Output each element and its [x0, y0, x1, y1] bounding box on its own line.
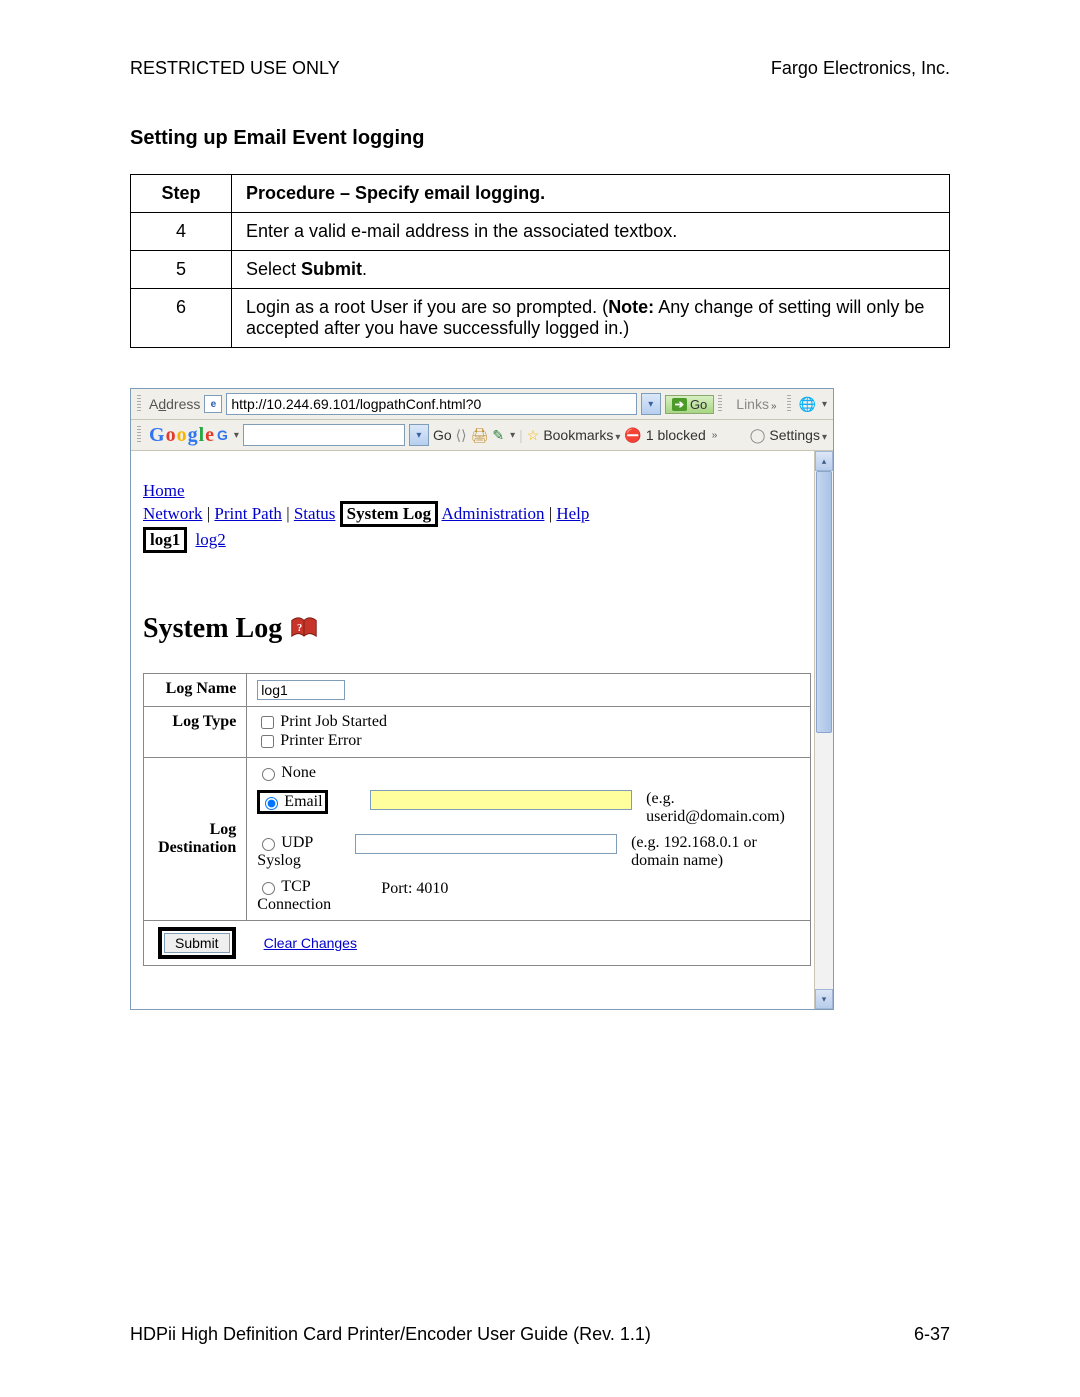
nav-status[interactable]: Status: [294, 504, 336, 523]
nav-icons[interactable]: ⟨⟩: [456, 427, 467, 444]
tcp-port-label: Port: 4010: [381, 880, 448, 897]
address-bar: Address e ▾ ➔ Go Links» 🌐 ▾: [131, 389, 833, 420]
google-go-button[interactable]: Go: [433, 427, 452, 443]
nav-network[interactable]: Network: [143, 504, 202, 523]
hint-udp: (e.g. 192.168.0.1 or domain name): [631, 834, 800, 870]
footer-left: HDPii High Definition Card Printer/Encod…: [130, 1324, 651, 1345]
nav-home[interactable]: Home: [143, 481, 185, 500]
header-right: Fargo Electronics, Inc.: [771, 58, 950, 79]
page-content: Home Network | Print Path | Status Syste…: [131, 451, 814, 1009]
bookmarks-menu[interactable]: Bookmarks▾: [543, 427, 620, 443]
col-procedure: Procedure – Specify email logging.: [232, 175, 950, 213]
subnav-log1-selected[interactable]: log1: [143, 527, 187, 553]
embedded-screenshot: Address e ▾ ➔ Go Links» 🌐 ▾ Google G▾: [130, 388, 834, 1010]
procedure-table: Step Procedure – Specify email logging. …: [130, 174, 950, 348]
address-label: Address: [149, 396, 200, 412]
highlight-submit: Submit: [158, 927, 236, 959]
scroll-up-button[interactable]: ▴: [815, 451, 833, 471]
google-search-dropdown[interactable]: ▾: [409, 424, 429, 446]
dropdown-arrow-icon[interactable]: ▾: [234, 430, 239, 441]
svg-text:?: ?: [297, 623, 302, 634]
checkbox-printer-error[interactable]: [261, 735, 274, 748]
subnav-log2[interactable]: log2: [195, 530, 225, 549]
hint-email: (e.g. userid@domain.com): [646, 790, 800, 826]
step-6-text: Login as a root User if you are so promp…: [232, 289, 950, 348]
page-heading: System Log ?: [143, 613, 802, 645]
scroll-down-button[interactable]: ▾: [815, 989, 833, 1009]
go-arrow-icon: ➔: [672, 398, 687, 411]
address-input[interactable]: [226, 393, 636, 415]
page-icon: e: [204, 395, 222, 413]
toolbar-grip-icon: [718, 395, 722, 413]
col-step: Step: [131, 175, 232, 213]
step-4: 4: [131, 213, 232, 251]
label-log-name: Log Name: [144, 674, 247, 707]
star-icon[interactable]: ☆: [527, 427, 540, 444]
scroll-thumb[interactable]: [816, 471, 832, 733]
opt-print-job-started: Print Job Started: [280, 713, 387, 730]
toolbar-grip-icon: [787, 395, 791, 413]
section-title: Setting up Email Event logging: [130, 127, 950, 150]
footer-right: 6-37: [914, 1324, 950, 1345]
settings-menu[interactable]: Settings▾: [769, 427, 827, 443]
settings-gear-icon[interactable]: ◯: [750, 427, 766, 444]
input-udp-host[interactable]: [355, 834, 617, 854]
checkbox-print-job-started[interactable]: [261, 716, 274, 729]
step-5-text: Select Submit.: [232, 251, 950, 289]
popup-blocked-label[interactable]: 1 blocked: [646, 427, 706, 443]
toolbar-grip-icon: [137, 395, 141, 413]
top-nav: Home Network | Print Path | Status Syste…: [143, 481, 802, 553]
opt-printer-error: Printer Error: [280, 732, 361, 749]
nav-administration[interactable]: Administration: [442, 504, 545, 523]
step-5: 5: [131, 251, 232, 289]
links-label[interactable]: Links»: [736, 396, 776, 412]
scroll-track[interactable]: [815, 471, 833, 989]
popup-blocked-icon[interactable]: ⛔: [624, 427, 641, 444]
clear-changes-link[interactable]: Clear Changes: [264, 935, 357, 951]
nav-print-path[interactable]: Print Path: [214, 504, 282, 523]
submit-button[interactable]: Submit: [164, 933, 230, 953]
vertical-scrollbar[interactable]: ▴ ▾: [814, 451, 833, 1009]
radio-tcp-connection[interactable]: [262, 882, 275, 895]
highlight-email-option: Email: [257, 790, 327, 814]
system-log-form: Log Name Log Type Print Job Started Prin…: [143, 673, 811, 966]
header-left: RESTRICTED USE ONLY: [130, 58, 340, 79]
nav-system-log-selected[interactable]: System Log: [340, 501, 439, 527]
google-search-input[interactable]: [243, 424, 405, 446]
highlight-icon[interactable]: ✎: [492, 427, 504, 444]
security-icon[interactable]: 🌐: [799, 396, 816, 413]
radio-none[interactable]: [262, 768, 275, 781]
step-4-text: Enter a valid e-mail address in the asso…: [232, 213, 950, 251]
address-dropdown-button[interactable]: ▾: [641, 393, 661, 415]
opt-email: Email: [284, 793, 322, 810]
step-6: 6: [131, 289, 232, 348]
help-book-icon[interactable]: ?: [290, 617, 318, 641]
dropdown-arrow-icon[interactable]: ▾: [822, 399, 827, 410]
label-log-type: Log Type: [144, 707, 247, 758]
google-toolbar: Google G▾ ▾ Go ⟨⟩ 🖨 ✎▾ | ☆ Bookmarks▾ ⛔ …: [131, 420, 833, 451]
toolbar-grip-icon: [137, 426, 141, 444]
printer-icon[interactable]: 🖨: [471, 427, 489, 444]
opt-none: None: [281, 764, 316, 781]
go-button[interactable]: ➔ Go: [665, 395, 715, 414]
input-log-name[interactable]: [257, 680, 345, 700]
radio-email[interactable]: [265, 797, 278, 810]
input-email-address[interactable]: [370, 790, 632, 810]
google-logo[interactable]: Google: [149, 424, 213, 447]
label-log-destination: Log Destination: [144, 758, 247, 921]
radio-udp-syslog[interactable]: [262, 838, 275, 851]
nav-help[interactable]: Help: [556, 504, 589, 523]
